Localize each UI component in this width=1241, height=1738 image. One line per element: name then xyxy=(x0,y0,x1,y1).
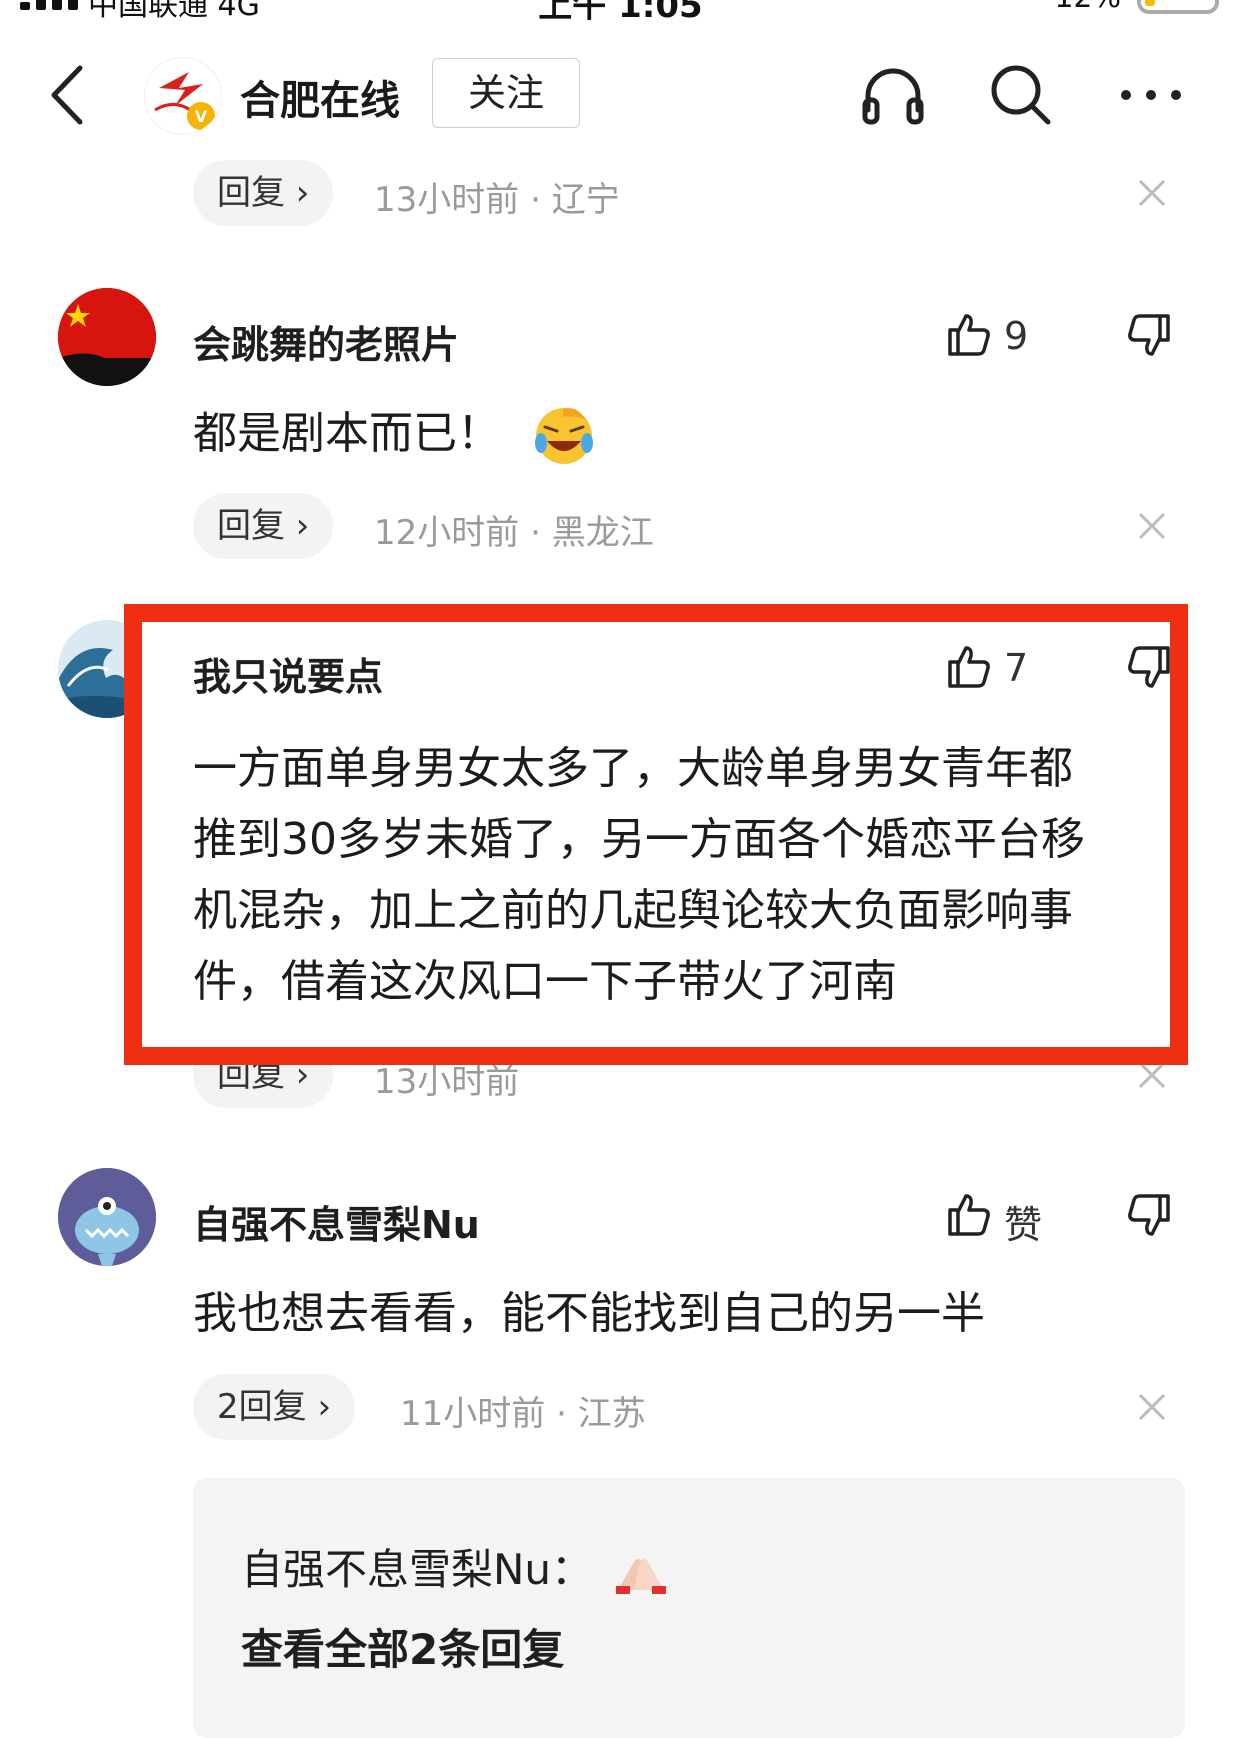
avatar[interactable] xyxy=(58,288,156,386)
monster-avatar-icon xyxy=(58,1168,156,1266)
sub-reply-card[interactable]: 自强不息雪梨Nu： 查看全部2条回复 xyxy=(193,1478,1185,1738)
laughing-emoji-icon xyxy=(535,408,593,464)
more-icon xyxy=(1121,90,1181,100)
thumbs-up-icon[interactable] xyxy=(944,1190,992,1238)
chevron-left-icon xyxy=(51,65,83,125)
close-icon[interactable] xyxy=(1137,511,1167,541)
sub-reply-line: 自强不息雪梨Nu： xyxy=(241,1536,670,1597)
logo-icon: V xyxy=(145,58,221,134)
back-button[interactable] xyxy=(40,62,100,128)
battery-icon xyxy=(1137,0,1219,14)
reply-button[interactable]: 回复 › xyxy=(193,493,334,559)
comment-text: 我也想去看看，能不能找到自己的另一半 xyxy=(193,1288,985,1339)
headphones-button[interactable] xyxy=(858,60,928,130)
praying-hands-emoji-icon xyxy=(616,1558,667,1594)
comment-username[interactable]: 自强不息雪梨Nu xyxy=(193,1194,480,1249)
follow-button[interactable]: 关注 xyxy=(432,58,580,128)
highlight-box xyxy=(124,604,1188,1065)
like-label: 赞 xyxy=(1004,1203,1043,1247)
close-icon[interactable] xyxy=(1137,1392,1167,1422)
status-bar: 中国联通 4G 上午 1:05 12% xyxy=(0,0,1241,20)
comment-text: 都是剧本而已！ xyxy=(193,398,595,469)
more-button[interactable] xyxy=(1116,60,1186,130)
comment-meta: 11小时前 · 江苏 xyxy=(400,1394,646,1434)
search-button[interactable] xyxy=(986,60,1056,130)
comment-meta: 12小时前 · 黑龙江 xyxy=(374,513,654,553)
account-title[interactable]: 合肥在线 xyxy=(240,68,400,126)
top-nav-bar: V 合肥在线 关注 xyxy=(0,40,1241,150)
view-all-replies-link[interactable]: 查看全部2条回复 xyxy=(241,1616,564,1677)
like-count: 9 xyxy=(1004,314,1029,358)
thumbs-up-icon[interactable] xyxy=(944,310,992,358)
sub-reply-author[interactable]: 自强不息雪梨Nu： xyxy=(241,1545,593,1594)
reply-button[interactable]: 2回复 › xyxy=(193,1374,356,1440)
flag-avatar-icon xyxy=(58,288,156,386)
close-icon[interactable] xyxy=(1137,178,1167,208)
svg-text:V: V xyxy=(195,107,208,126)
headphones-icon xyxy=(862,68,924,125)
thumbs-down-icon[interactable] xyxy=(1126,1192,1174,1240)
search-icon xyxy=(991,65,1051,125)
thumbs-down-icon[interactable] xyxy=(1126,312,1174,360)
reply-button[interactable]: 回复 › xyxy=(193,160,334,226)
battery-percent: 12% xyxy=(1054,0,1121,15)
comment-meta: 13小时前 · 辽宁 xyxy=(374,180,620,220)
avatar[interactable] xyxy=(58,1168,156,1266)
comment-username[interactable]: 会跳舞的老照片 xyxy=(193,314,459,369)
account-logo[interactable]: V xyxy=(145,58,221,134)
